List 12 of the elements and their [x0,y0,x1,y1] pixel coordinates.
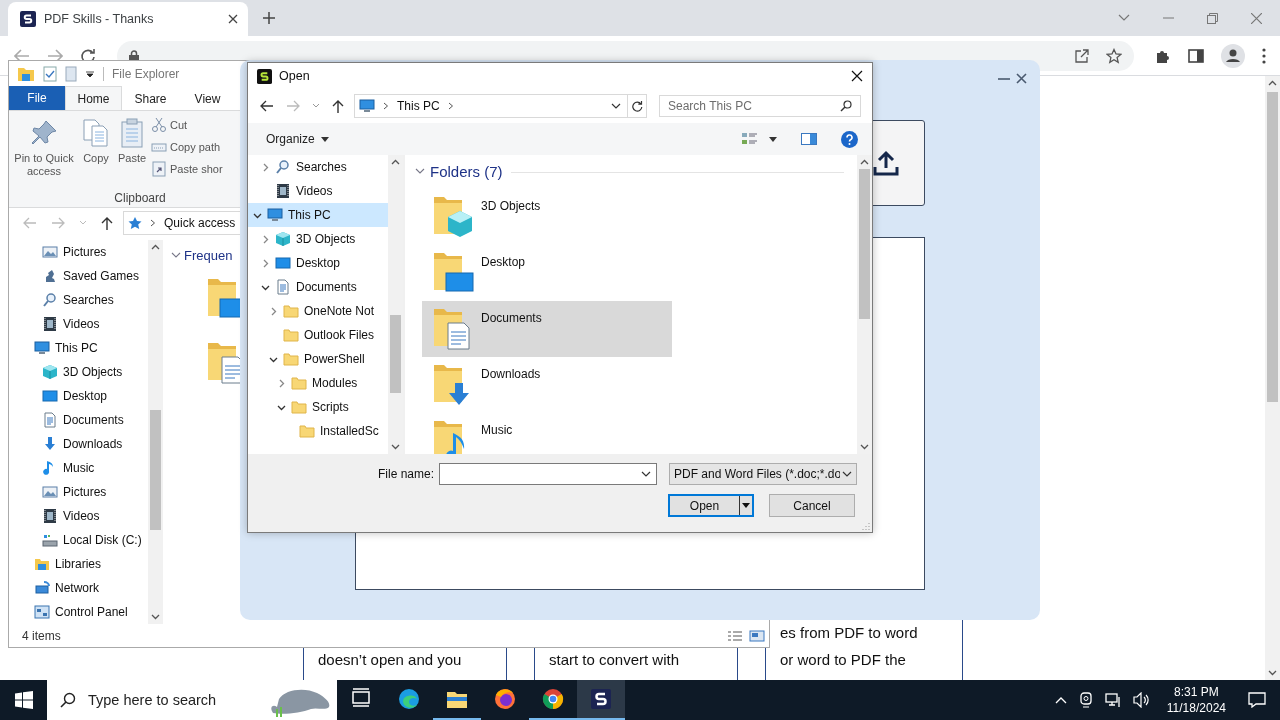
tab-title: PDF Skills - Thanks [44,12,155,26]
window-title: File Explorer [112,66,180,81]
card-text: or word to PDF the [780,650,907,670]
clock-time: 8:31 PM [1174,684,1219,700]
status-text: 4 items [22,628,61,643]
file-name-label: File name: [378,467,435,481]
clock-date: 11/18/2024 [1166,700,1226,716]
dialog-title: Open [279,69,310,83]
card-text: start to convert with [549,650,681,670]
group-label: Clipboard [113,191,167,205]
card-text: doesn’t open and you [318,650,463,670]
card-text: es from PDF to word [780,623,919,643]
